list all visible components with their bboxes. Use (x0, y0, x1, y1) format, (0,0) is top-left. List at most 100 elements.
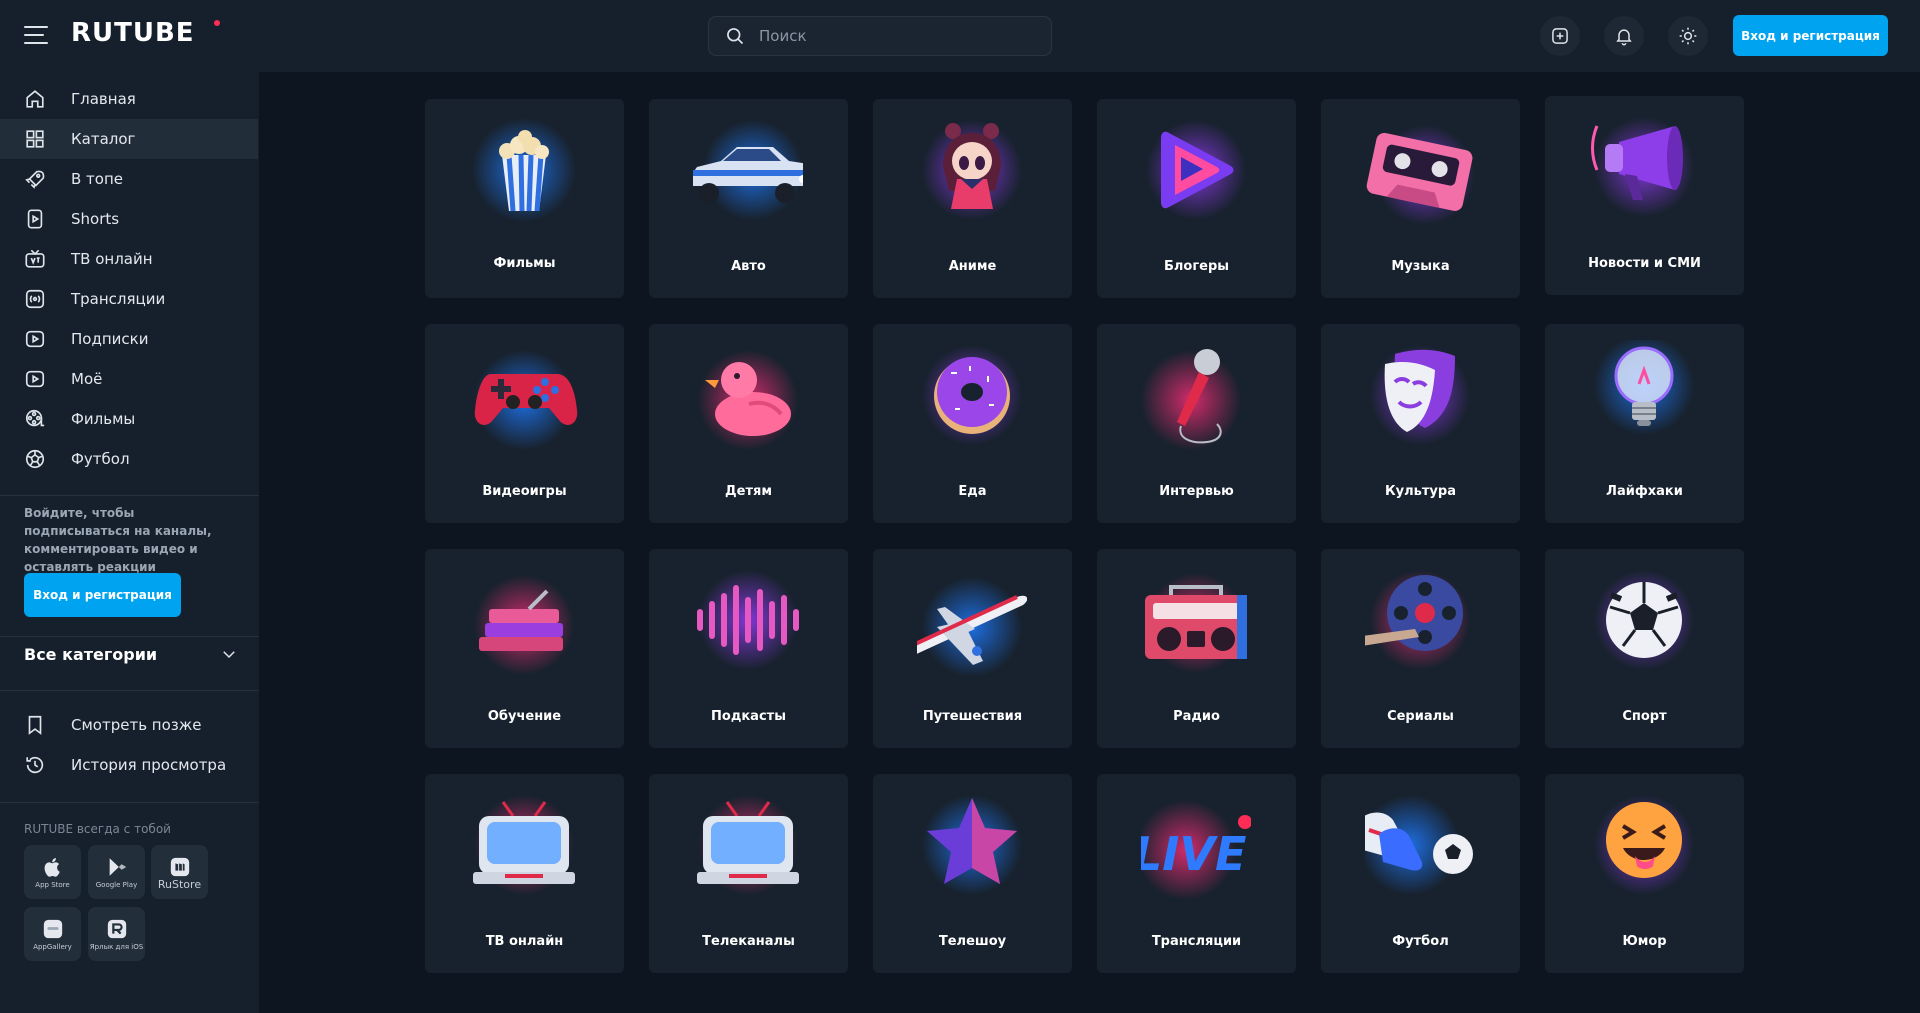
category-label: Аниме (948, 259, 997, 274)
category-label: Радио (1173, 709, 1220, 724)
sidebar-item-label: Подписки (71, 330, 149, 348)
login-button[interactable]: Вход и регистрация (1733, 15, 1888, 56)
subscriptions-icon (25, 330, 45, 348)
category-card-broadcasts[interactable]: LIVE Трансляции (1097, 774, 1296, 973)
app-label: RuStore (157, 877, 202, 891)
category-card-series[interactable]: Сериалы (1321, 549, 1520, 748)
notifications-button[interactable] (1604, 16, 1644, 56)
category-card-music[interactable]: Музыка (1321, 99, 1520, 298)
sidebar-divider (0, 636, 259, 637)
svg-text:LIVE: LIVE (1141, 827, 1246, 881)
popcorn-icon (472, 118, 576, 222)
sidebar-login-button[interactable]: Вход и регистрация (24, 573, 181, 617)
category-label: Культура (1385, 484, 1456, 499)
app-store-button[interactable]: App Store (24, 845, 81, 899)
category-card-travel[interactable]: Путешествия (873, 549, 1072, 748)
star-icon (922, 795, 1022, 895)
category-label: Новости и СМИ (1588, 256, 1701, 271)
anime-girl-icon (922, 120, 1022, 220)
category-card-interview[interactable]: Интервью (1097, 324, 1296, 523)
logo-dot (214, 20, 220, 26)
sidebar-item-label: Главная (71, 90, 136, 108)
microphone-icon (1141, 349, 1241, 450)
category-card-radio[interactable]: Радио (1097, 549, 1296, 748)
sidebar-item-watch-later[interactable]: Смотреть позже (0, 705, 258, 745)
sidebar-item-broadcasts[interactable]: Трансляции (0, 279, 258, 319)
sidebar-item-home[interactable]: Главная (0, 79, 258, 119)
sidebar-item-subscriptions[interactable]: Подписки (0, 319, 258, 359)
football-icon (25, 449, 45, 469)
sidebar-item-football[interactable]: Футбол (0, 439, 258, 479)
app-label: App Store (35, 880, 70, 889)
category-label: Авто (731, 259, 766, 274)
soccer-ball-icon (1594, 570, 1694, 670)
ios-shortcut-button[interactable]: Ярлык для iOS (88, 907, 145, 961)
category-label: Телешоу (938, 934, 1007, 949)
category-label: Фильмы (493, 256, 556, 271)
search-icon (727, 28, 744, 45)
lightbulb-icon (1594, 340, 1694, 435)
search-input[interactable] (759, 27, 1039, 45)
category-card-anime[interactable]: Аниме (873, 99, 1072, 298)
rubber-duck-icon (698, 350, 798, 450)
film-reel-icon (25, 409, 45, 427)
car-icon (693, 120, 803, 220)
category-label: ТВ онлайн (485, 934, 564, 949)
category-card-films[interactable]: Фильмы (425, 99, 624, 298)
category-card-kids[interactable]: Детям (649, 324, 848, 523)
category-card-food[interactable]: Еда (873, 324, 1072, 523)
play-icon (1146, 120, 1246, 220)
soundwave-icon (697, 570, 799, 670)
retro-tv-icon (473, 795, 575, 895)
sidebar-item-my[interactable]: Моё (0, 359, 258, 399)
category-label: Музыка (1391, 259, 1450, 274)
category-card-football[interactable]: Футбол (1321, 774, 1520, 973)
sidebar-item-shorts[interactable]: Shorts (0, 199, 258, 239)
category-card-videogames[interactable]: Видеоигры (425, 324, 624, 523)
rutube-logo[interactable]: RUTUBE (71, 18, 195, 48)
boombox-icon (1145, 573, 1247, 673)
sidebar-item-label: Фильмы (71, 410, 136, 428)
category-card-culture[interactable]: Культура (1321, 324, 1520, 523)
category-label: Юмор (1622, 934, 1667, 949)
category-card-lifehacks[interactable]: Лайфхаки (1545, 324, 1744, 523)
category-label: Видеоигры (482, 484, 567, 499)
google-play-icon (109, 857, 126, 876)
sidebar-item-label: Смотреть позже (71, 716, 202, 734)
category-card-humor[interactable]: Юмор (1545, 774, 1744, 973)
category-label: Путешествия (922, 709, 1023, 724)
sidebar-item-catalog[interactable]: Каталог (0, 119, 258, 159)
search-box[interactable] (708, 16, 1052, 56)
menu-icon[interactable] (24, 26, 48, 46)
category-label: Телеканалы (702, 934, 795, 949)
upload-button[interactable] (1540, 16, 1580, 56)
airplane-icon (917, 577, 1027, 675)
category-label: Блогеры (1163, 259, 1230, 274)
apps-title: RUTUBE всегда с тобой (24, 822, 171, 836)
sidebar-item-history[interactable]: История просмотра (0, 745, 258, 785)
sidebar-item-films[interactable]: Фильмы (0, 399, 258, 439)
top-header: RUTUBE Вход и регистрация (0, 0, 1920, 72)
category-card-auto[interactable]: Авто (649, 99, 848, 298)
category-card-podcasts[interactable]: Подкасты (649, 549, 848, 748)
category-card-news[interactable]: Новости и СМИ (1545, 96, 1744, 295)
category-card-tv-online[interactable]: ТВ онлайн (425, 774, 624, 973)
upload-icon (1552, 28, 1568, 44)
sidebar-item-top[interactable]: В топе (0, 159, 258, 199)
category-card-tv-channels[interactable]: Телеканалы (649, 774, 848, 973)
sidebar-item-label: Моё (71, 370, 103, 388)
google-play-button[interactable]: Google Play (88, 845, 145, 899)
appgallery-button[interactable]: AppGallery (24, 907, 81, 961)
sidebar-item-tv-online[interactable]: ТВ онлайн (0, 239, 258, 279)
category-label: Трансляции (1151, 934, 1242, 949)
gamepad-icon (474, 350, 578, 450)
category-card-bloggers[interactable]: Блогеры (1097, 99, 1296, 298)
rustore-button[interactable]: RuStore (151, 845, 208, 899)
category-card-tv-shows[interactable]: Телешоу (873, 774, 1072, 973)
category-card-education[interactable]: Обучение (425, 549, 624, 748)
category-label: Подкасты (711, 709, 786, 724)
sidebar-divider (0, 690, 259, 691)
theme-toggle-button[interactable] (1668, 16, 1708, 56)
category-card-sport[interactable]: Спорт (1545, 549, 1744, 748)
all-categories-toggle[interactable]: Все категории (24, 640, 238, 668)
